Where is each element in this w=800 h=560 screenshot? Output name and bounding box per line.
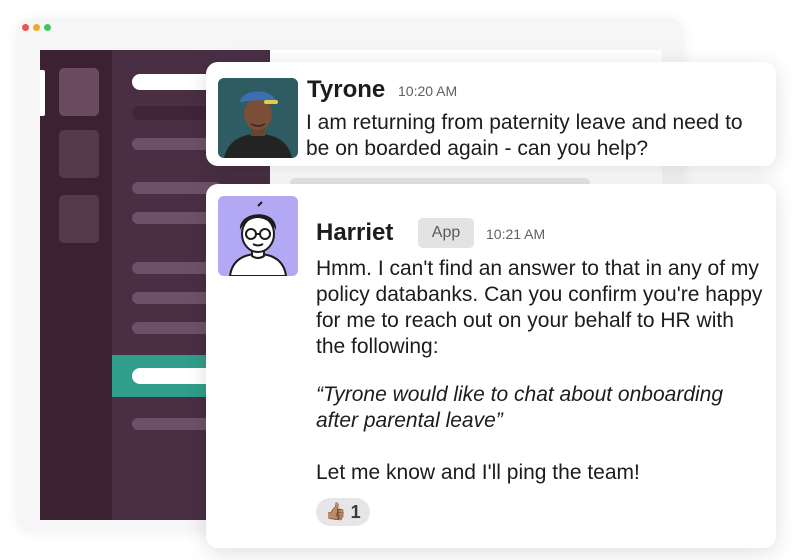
message-timestamp[interactable]: 10:21 AM — [486, 226, 545, 242]
user-photo-avatar[interactable] — [218, 78, 298, 158]
message-text: I am returning from paternity leave and … — [306, 111, 743, 160]
active-workspace-marker — [40, 70, 45, 116]
message-text: Hmm. I can't find an answer to that in a… — [316, 257, 763, 358]
bot-avatar[interactable] — [218, 196, 298, 276]
app-badge: App — [418, 218, 474, 248]
message-quote: “Tyrone would like to chat about onboard… — [316, 383, 724, 432]
workspace-rail — [40, 50, 112, 520]
maximize-window-dot[interactable] — [44, 24, 51, 31]
close-window-dot[interactable] — [22, 24, 29, 31]
workspace-icon-1[interactable] — [59, 68, 99, 116]
author-name[interactable]: Tyrone — [307, 76, 385, 104]
author-name[interactable]: Harriet — [316, 219, 393, 247]
thumbs-up-icon: 👍🏽 — [325, 502, 347, 521]
message-card-tyrone[interactable]: Tyrone 10:20 AM I am returning from pate… — [206, 62, 776, 166]
message-closing: Let me know and I'll ping the team! — [316, 461, 640, 484]
workspace-icon-3[interactable] — [59, 195, 99, 243]
reaction-pill[interactable]: 👍🏽 1 — [316, 498, 370, 526]
message-timestamp[interactable]: 10:20 AM — [398, 83, 457, 99]
message-card-harriet[interactable]: Harriet App 10:21 AM Hmm. I can't find a… — [206, 184, 776, 548]
minimize-window-dot[interactable] — [33, 24, 40, 31]
reaction-count: 1 — [350, 501, 361, 522]
workspace-icon-2[interactable] — [59, 130, 99, 178]
